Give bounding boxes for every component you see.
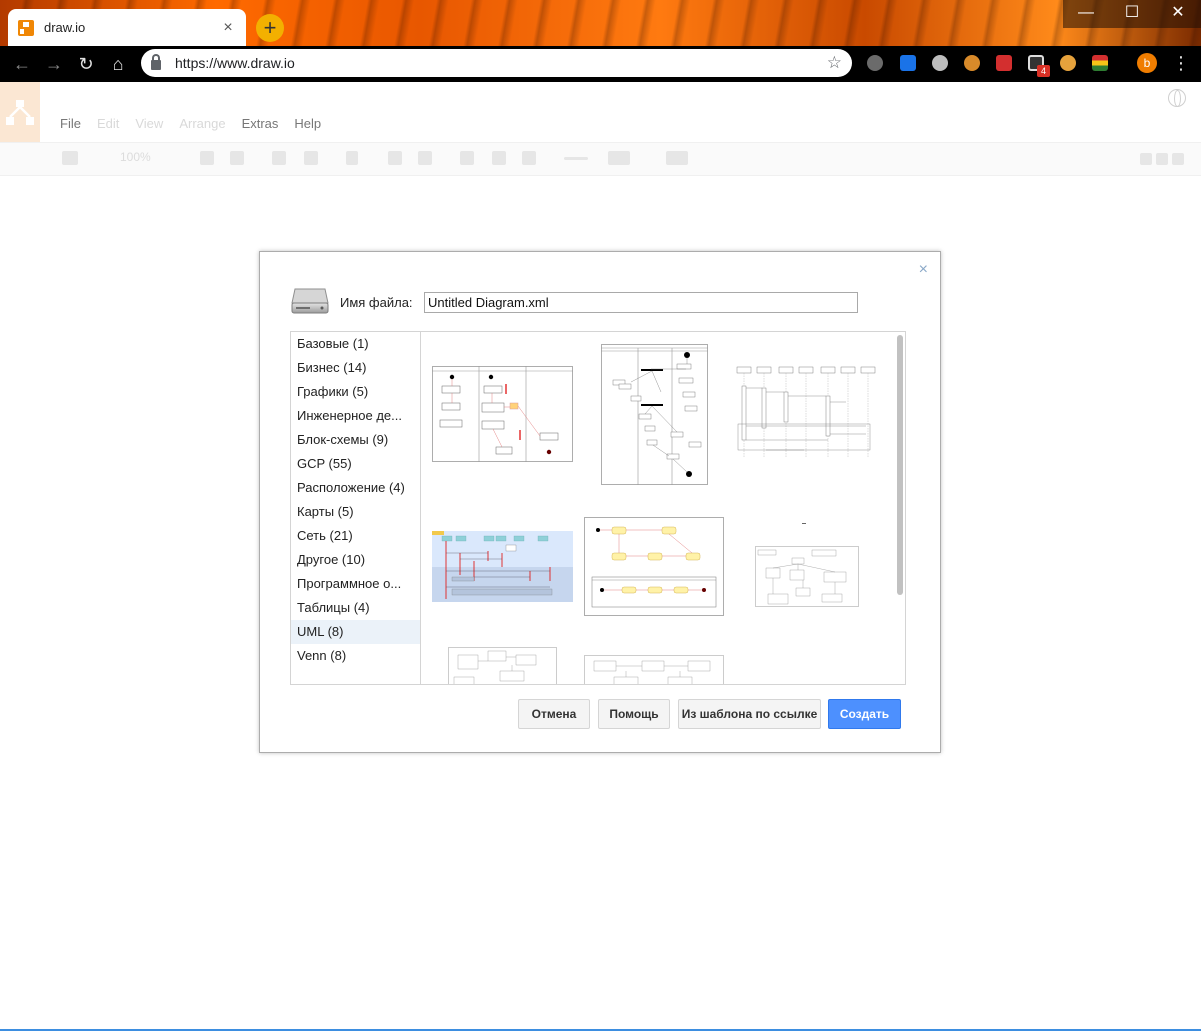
category-venn[interactable]: Venn (8) <box>291 644 420 668</box>
tab-close-icon[interactable]: × <box>220 19 236 36</box>
menu-edit: Edit <box>96 116 120 131</box>
template-thumbnail-activity-swimlane[interactable] <box>432 366 573 462</box>
extension-plus-icon[interactable] <box>900 55 916 71</box>
extension-badge: 4 <box>1037 65 1050 77</box>
category-engineering[interactable]: Инженерное де... <box>291 404 420 428</box>
filename-input[interactable] <box>424 292 858 313</box>
window-minimize-button[interactable]: — <box>1063 0 1109 28</box>
category-business[interactable]: Бизнес (14) <box>291 356 420 380</box>
tab-title: draw.io <box>44 20 86 35</box>
storage-drive-icon <box>291 288 329 314</box>
template-thumbnail-activity[interactable] <box>601 344 708 485</box>
zoom-out-icon <box>230 151 244 165</box>
extension-cat-icon[interactable] <box>1060 55 1076 71</box>
template-from-url-button[interactable]: Из шаблона по ссылке <box>678 699 821 729</box>
filename-label: Имя файла: <box>340 295 413 310</box>
connection-icon <box>564 157 588 160</box>
home-icon[interactable]: ⌂ <box>106 52 130 76</box>
template-thumbnail-class-partial[interactable] <box>448 647 557 685</box>
category-other[interactable]: Другое (10) <box>291 548 420 572</box>
menu-arrange: Arrange <box>179 116 226 131</box>
drawio-logo-icon <box>6 100 34 125</box>
profile-avatar[interactable]: b <box>1137 53 1157 73</box>
extension-globe-icon[interactable] <box>867 55 883 71</box>
category-software[interactable]: Программное о... <box>291 572 420 596</box>
create-button[interactable]: Создать <box>828 699 901 729</box>
back-icon[interactable]: ← <box>10 52 34 76</box>
menu-file[interactable]: File <box>60 116 81 131</box>
extension-circle-icon[interactable] <box>932 55 948 71</box>
new-diagram-dialog: × Имя файла: Базовые (1) Бизнес (14) Гра… <box>259 251 941 753</box>
extension-red-icon[interactable] <box>996 55 1012 71</box>
line-color-icon <box>492 151 506 165</box>
category-tables[interactable]: Таблицы (4) <box>291 596 420 620</box>
redo-icon <box>304 151 318 165</box>
zoom-in-icon <box>200 151 214 165</box>
url-text: https://www.draw.io <box>175 55 295 71</box>
drawio-logo <box>0 82 40 142</box>
menu-help[interactable]: Help <box>294 116 321 131</box>
window-maximize-button[interactable]: ☐ <box>1109 0 1155 28</box>
format-toggle-icon <box>1156 153 1168 165</box>
template-thumbnail-component[interactable] <box>584 655 724 685</box>
browser-tab[interactable]: draw.io × <box>8 9 246 46</box>
category-flowcharts[interactable]: Блок-схемы (9) <box>291 428 420 452</box>
app-toolbar <box>0 142 1201 176</box>
waypoints-icon <box>608 151 630 165</box>
category-basic[interactable]: Базовые (1) <box>291 332 420 356</box>
template-thumbnail-sequence-blue[interactable] <box>432 531 573 602</box>
category-maps[interactable]: Карты (5) <box>291 500 420 524</box>
gallery-scrollbar[interactable] <box>897 335 903 595</box>
lock-icon[interactable] <box>151 54 161 70</box>
delete-icon <box>346 151 358 165</box>
category-layout[interactable]: Расположение (4) <box>291 476 420 500</box>
drawio-favicon-icon <box>18 19 40 36</box>
format-panel-icon <box>62 151 78 165</box>
template-thumbnail-class-diagram[interactable] <box>754 522 860 608</box>
template-category-list: Базовые (1) Бизнес (14) Графики (5) Инже… <box>290 331 420 685</box>
undo-icon <box>272 151 286 165</box>
category-charts[interactable]: Графики (5) <box>291 380 420 404</box>
collapse-icon <box>1172 153 1184 165</box>
fill-color-icon <box>460 151 474 165</box>
extension-tiger-icon[interactable] <box>964 55 980 71</box>
template-thumbnail-state-machine[interactable] <box>584 517 724 616</box>
dialog-close-icon[interactable]: × <box>919 262 928 278</box>
to-back-icon <box>418 151 432 165</box>
app-menu-bar: File Edit View Arrange Extras Help <box>60 116 337 131</box>
address-bar[interactable]: https://www.draw.io ☆ <box>141 49 852 77</box>
language-globe-icon[interactable] <box>1168 89 1186 107</box>
category-network[interactable]: Сеть (21) <box>291 524 420 548</box>
zoom-level: 100% <box>120 150 151 164</box>
extension-flag-icon[interactable] <box>1092 55 1108 71</box>
menu-view: View <box>135 116 164 131</box>
help-button[interactable]: Помощь <box>598 699 670 729</box>
fullscreen-icon <box>1140 153 1152 165</box>
cancel-button[interactable]: Отмена <box>518 699 590 729</box>
screen: draw.io × + — ☐ ✕ ← → ↻ ⌂ https://www.dr… <box>0 0 1201 1031</box>
window-close-button[interactable]: ✕ <box>1155 0 1201 28</box>
to-front-icon <box>388 151 402 165</box>
category-gcp[interactable]: GCP (55) <box>291 452 420 476</box>
template-thumbnail-sequence[interactable] <box>735 366 877 462</box>
new-tab-button[interactable]: + <box>256 14 284 42</box>
template-gallery <box>420 331 906 685</box>
insert-icon <box>666 151 688 165</box>
category-uml[interactable]: UML (8) <box>291 620 420 644</box>
shadow-icon <box>522 151 536 165</box>
forward-icon[interactable]: → <box>42 52 66 76</box>
menu-extras[interactable]: Extras <box>242 116 279 131</box>
reload-icon[interactable]: ↻ <box>74 52 98 76</box>
bookmark-star-icon[interactable]: ☆ <box>827 53 842 73</box>
browser-menu-icon[interactable]: ⋮ <box>1172 52 1190 74</box>
